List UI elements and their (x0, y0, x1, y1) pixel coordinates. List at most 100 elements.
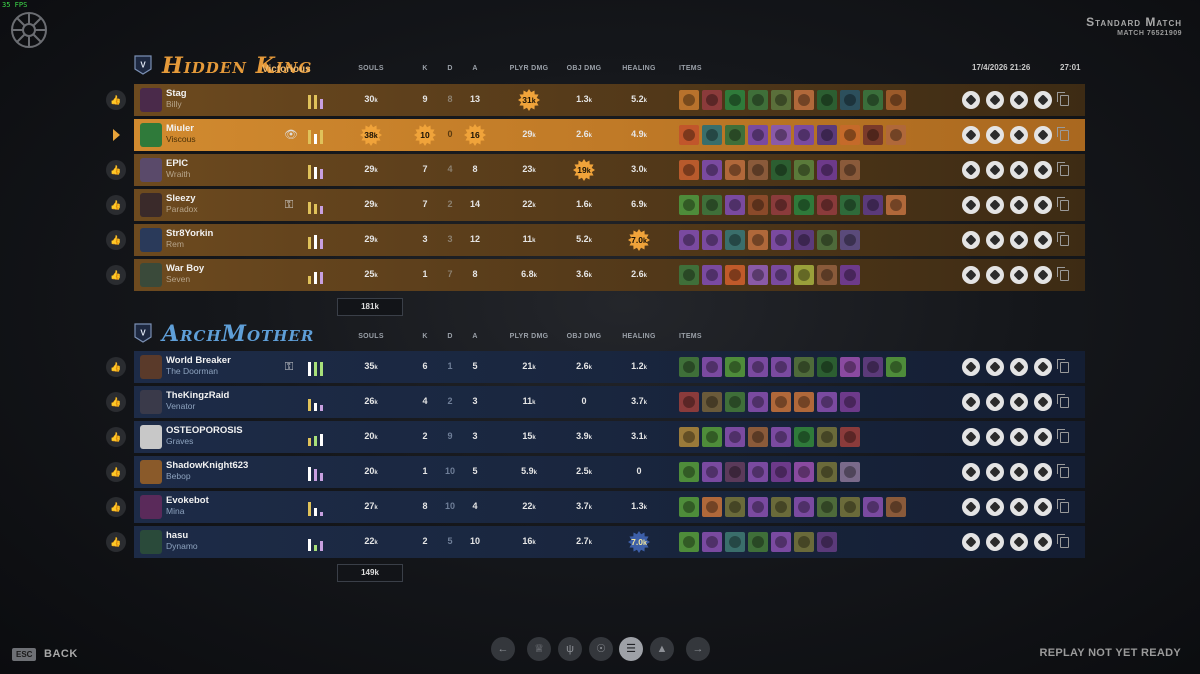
item-icon[interactable] (725, 357, 745, 377)
item-icon[interactable] (748, 497, 768, 517)
item-icon[interactable] (886, 497, 906, 517)
player-row[interactable]: 👍 hasu Dynamo 22k 2 5 10 16k 2.7k 7.0k (104, 526, 1089, 558)
item-icon[interactable] (748, 392, 768, 412)
item-icon[interactable] (702, 90, 722, 110)
item-icon[interactable] (748, 195, 768, 215)
item-icon[interactable] (794, 427, 814, 447)
thumbs-up-icon[interactable]: 👍 (106, 265, 126, 285)
item-icon[interactable] (679, 90, 699, 110)
thumbs-up-icon[interactable]: 👍 (106, 532, 126, 552)
ability-icon[interactable] (1010, 126, 1028, 144)
item-icon[interactable] (725, 125, 745, 145)
item-icon[interactable] (771, 90, 791, 110)
player-name[interactable]: EPIC (166, 158, 188, 169)
ability-icon[interactable] (986, 428, 1004, 446)
item-icon[interactable] (725, 160, 745, 180)
item-icon[interactable] (840, 497, 860, 517)
item-icon[interactable] (702, 497, 722, 517)
item-icon[interactable] (817, 462, 837, 482)
item-icon[interactable] (702, 392, 722, 412)
item-icon[interactable] (817, 230, 837, 250)
player-row[interactable]: 👍 OSTEOPOROSIS Graves 20k 2 9 3 15k 3.9k 3.1k (104, 421, 1089, 453)
ability-icon[interactable] (962, 358, 980, 376)
ability-icon[interactable] (986, 196, 1004, 214)
ability-icon[interactable] (1034, 231, 1052, 249)
player-name[interactable]: World Breaker (166, 355, 231, 366)
ability-icon[interactable] (986, 161, 1004, 179)
item-icon[interactable] (702, 230, 722, 250)
item-icon[interactable] (840, 462, 860, 482)
item-icon[interactable] (794, 357, 814, 377)
item-icon[interactable] (679, 427, 699, 447)
item-icon[interactable] (794, 160, 814, 180)
ability-icon[interactable] (986, 463, 1004, 481)
ability-icon[interactable] (962, 126, 980, 144)
item-icon[interactable] (748, 125, 768, 145)
player-name[interactable]: Stag (166, 88, 187, 99)
item-icon[interactable] (725, 392, 745, 412)
copy-icon[interactable] (1057, 92, 1069, 106)
ability-icon[interactable] (1034, 498, 1052, 516)
player-row[interactable]: 👍 World Breaker The Doorman ⚿ 35k 6 1 5 21k 2.6k 1… (104, 351, 1089, 383)
ability-icon[interactable] (1010, 231, 1028, 249)
item-icon[interactable] (794, 125, 814, 145)
ability-icon[interactable] (1010, 533, 1028, 551)
next-arrow-icon[interactable]: → (686, 637, 710, 661)
player-name[interactable]: OSTEOPOROSIS (166, 425, 243, 436)
item-icon[interactable] (817, 357, 837, 377)
ability-icon[interactable] (1034, 463, 1052, 481)
player-row[interactable]: 👍 TheKingzRaid Venator 26k 4 2 3 11k 0 3.7k (104, 386, 1089, 418)
thumbs-up-icon[interactable]: 👍 (106, 462, 126, 482)
item-icon[interactable] (863, 497, 883, 517)
ability-icon[interactable] (962, 498, 980, 516)
player-name[interactable]: Sleezy (166, 193, 196, 204)
ability-icon[interactable] (1034, 91, 1052, 109)
ability-icon[interactable] (1010, 358, 1028, 376)
item-icon[interactable] (679, 532, 699, 552)
player-name[interactable]: ShadowKnight623 (166, 460, 248, 471)
weapon-icon[interactable]: ψ (558, 637, 582, 661)
esc-key-badge[interactable]: ESC (12, 648, 37, 661)
item-icon[interactable] (679, 497, 699, 517)
ability-icon[interactable] (1034, 428, 1052, 446)
ability-icon[interactable] (962, 463, 980, 481)
copy-icon[interactable] (1057, 267, 1069, 281)
item-icon[interactable] (725, 497, 745, 517)
ability-icon[interactable] (1010, 196, 1028, 214)
ability-icon[interactable] (1010, 428, 1028, 446)
ability-icon[interactable] (1034, 393, 1052, 411)
item-icon[interactable] (863, 125, 883, 145)
player-row[interactable]: 👍 Sleezy Paradox ⚿ 29k 7 2 14 22k 1.6k 6.9k (104, 189, 1089, 221)
player-row[interactable]: 👍 Str8Yorkin Rem 29k 3 3 12 11k 5.2k 7.0k (104, 224, 1089, 256)
item-icon[interactable] (771, 230, 791, 250)
ability-icon[interactable] (1010, 161, 1028, 179)
item-icon[interactable] (840, 357, 860, 377)
item-icon[interactable] (794, 497, 814, 517)
item-icon[interactable] (771, 462, 791, 482)
item-icon[interactable] (840, 230, 860, 250)
item-icon[interactable] (794, 462, 814, 482)
player-row[interactable]: 👍 War Boy Seven 25k 1 7 8 6.8k 3.6k 2.6k (104, 259, 1089, 291)
item-icon[interactable] (679, 125, 699, 145)
item-icon[interactable] (679, 160, 699, 180)
item-icon[interactable] (702, 195, 722, 215)
item-icon[interactable] (863, 90, 883, 110)
ability-icon[interactable] (962, 231, 980, 249)
map-pin-icon[interactable]: ☉ (589, 637, 613, 661)
copy-icon[interactable] (1057, 162, 1069, 176)
item-icon[interactable] (794, 392, 814, 412)
item-icon[interactable] (725, 532, 745, 552)
item-icon[interactable] (725, 265, 745, 285)
item-icon[interactable] (817, 265, 837, 285)
item-icon[interactable] (863, 357, 883, 377)
ability-icon[interactable] (986, 231, 1004, 249)
ability-icon[interactable] (1010, 393, 1028, 411)
item-icon[interactable] (817, 195, 837, 215)
ability-icon[interactable] (962, 196, 980, 214)
item-icon[interactable] (702, 265, 722, 285)
item-icon[interactable] (840, 195, 860, 215)
thumbs-up-icon[interactable]: 👍 (106, 497, 126, 517)
ability-icon[interactable] (1034, 196, 1052, 214)
thumbs-up-icon[interactable]: 👍 (106, 392, 126, 412)
item-icon[interactable] (840, 90, 860, 110)
